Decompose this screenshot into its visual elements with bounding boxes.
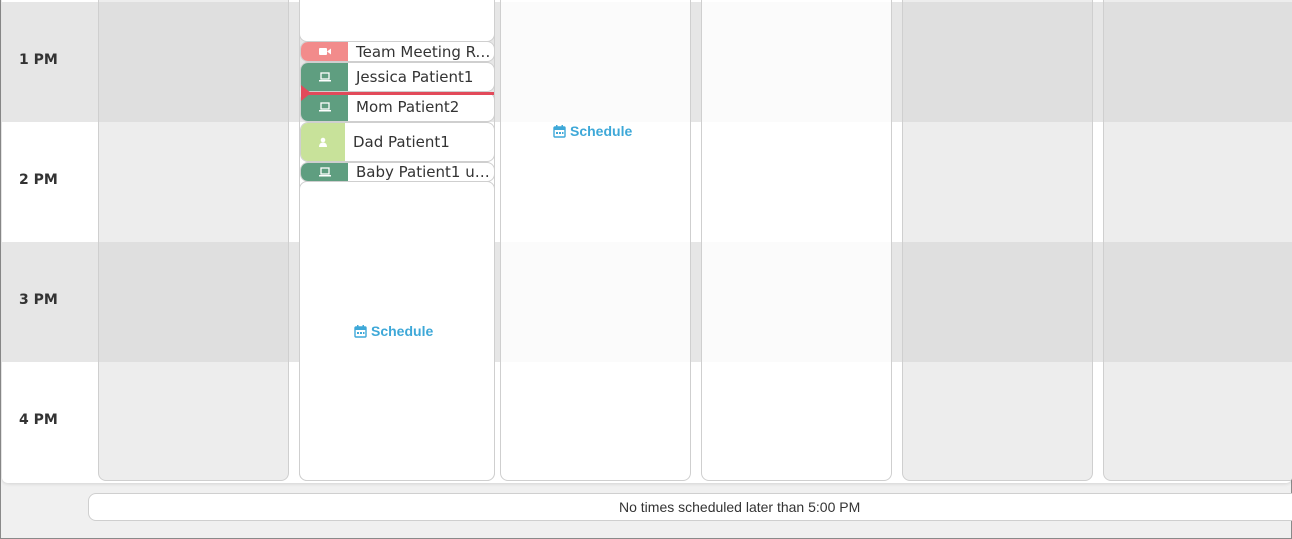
current-time-marker: [301, 85, 311, 101]
appointment-label: Baby Patient1 un...: [356, 163, 494, 181]
schedule-link[interactable]: Schedule: [553, 123, 632, 139]
day-column-1: [98, 0, 289, 481]
schedule-link[interactable]: Schedule: [354, 323, 433, 339]
appointment-item[interactable]: Dad Patient1: [300, 122, 495, 162]
appointment-item[interactable]: Jessica Patient1: [300, 62, 495, 92]
appointment-item[interactable]: Team Meeting Re...: [300, 41, 495, 62]
schedule-link-label: Schedule: [570, 123, 633, 139]
appointment-label: Team Meeting Re...: [356, 42, 494, 61]
appointment-item[interactable]: Baby Patient1 un...: [300, 162, 495, 182]
day-column-3[interactable]: [500, 0, 691, 481]
appointment-label: Jessica Patient1: [356, 68, 474, 86]
video-camera-icon: [301, 42, 348, 61]
person-icon: [301, 123, 345, 161]
hour-label: 4 PM: [19, 412, 58, 428]
hour-label: 3 PM: [19, 292, 58, 308]
week-grid: 1 PM 2 PM 3 PM 4 PM Team Meeting Re... J…: [2, 0, 1292, 483]
calendar-icon: [553, 124, 566, 138]
calendar-icon: [354, 324, 367, 338]
current-time-line: [308, 92, 494, 95]
appointment-item[interactable]: Mom Patient2: [300, 92, 495, 122]
day-column-6: [1103, 0, 1292, 481]
open-slot[interactable]: [299, 0, 495, 42]
calendar-frame: 1 PM 2 PM 3 PM 4 PM Team Meeting Re... J…: [0, 0, 1292, 539]
end-of-schedule-notice: No times scheduled later than 5:00 PM: [88, 493, 1292, 521]
schedule-link-label: Schedule: [371, 323, 434, 339]
hour-label: 2 PM: [19, 172, 58, 188]
appointment-label: Mom Patient2: [356, 98, 460, 116]
appointment-label: Dad Patient1: [353, 133, 450, 151]
laptop-icon: [301, 163, 348, 181]
end-of-schedule-text: No times scheduled later than 5:00 PM: [619, 499, 861, 515]
hour-label: 1 PM: [19, 52, 58, 68]
day-column-4[interactable]: [701, 0, 892, 481]
day-column-5: [902, 0, 1093, 481]
